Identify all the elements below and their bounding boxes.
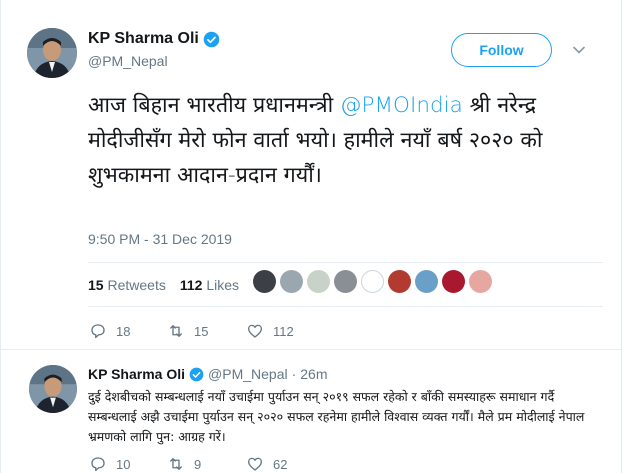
retweet-count: 15 [194,323,209,339]
reply-author-name[interactable]: KP Sharma Oli [88,366,185,382]
reply-header: KP Sharma Oli @PM_Nepal · 26m [88,366,328,382]
like-button[interactable]: 112 [246,322,294,340]
retweeter-avatar[interactable] [253,270,276,293]
divider [88,262,603,263]
like-button[interactable]: 62 [246,455,287,473]
divider [88,306,603,307]
retweeter-avatar[interactable] [415,270,438,293]
retweeter-avatars [253,270,492,293]
reply-actions: 10 9 62 [89,455,287,473]
verified-icon [189,367,204,381]
reply-count: 18 [116,323,131,339]
reply-tweet[interactable]: KP Sharma Oli @PM_Nepal · 26m दुई देशबीच… [1,349,621,473]
verified-icon [203,31,220,47]
retweets-stat-count: 15 [88,277,104,293]
reply-icon [91,324,105,339]
retweet-count: 9 [194,456,202,472]
retweeter-avatar[interactable] [280,270,303,293]
heart-icon [247,457,263,471]
author-avatar[interactable] [27,28,77,78]
chevron-down-icon[interactable] [571,42,587,58]
retweet-button[interactable]: 15 [167,322,246,340]
retweeter-avatar[interactable] [442,270,465,293]
divider [1,349,621,350]
reply-author-avatar[interactable] [29,365,77,413]
reply-count: 10 [116,456,131,472]
retweeter-avatar[interactable] [469,270,492,293]
like-count: 62 [273,456,288,472]
tweet-timestamp[interactable]: 9:50 PM - 31 Dec 2019 [88,231,232,247]
retweeter-avatar[interactable] [334,270,357,293]
tweet-actions: 18 15 112 [89,322,294,340]
retweets-stat[interactable]: 15 Retweets [88,277,166,293]
tweet-stats: 15 Retweets 112 Likes [88,277,239,293]
heart-icon [247,324,263,338]
retweets-stat-label: Retweets [107,277,166,293]
author-name-text[interactable]: KP Sharma Oli [88,30,199,48]
retweet-button[interactable]: 9 [167,455,246,473]
reply-timestamp[interactable]: 26m [300,366,327,382]
tweet-text-part-1: आज बिहान भारतीय प्रधानमन्त्री [88,93,341,118]
mention-link[interactable]: @PMOIndia [340,93,463,118]
reply-author-handle[interactable]: @PM_Nepal [208,366,288,382]
retweeter-avatar[interactable] [361,270,384,293]
tweet-detail-view: KP Sharma Oli @PM_Nepal Follow आज बिहान … [0,0,622,473]
likes-stat[interactable]: 112 Likes [180,277,239,293]
retweet-icon [170,458,182,470]
reply-text: दुई देशबीचको सम्बन्धलाई नयाँ उचाईमा पुर्… [88,389,585,444]
likes-stat-count: 112 [179,277,203,293]
likes-stat-label: Likes [206,277,239,293]
retweet-icon [170,325,182,337]
like-count: 112 [273,323,294,339]
author-handle[interactable]: @PM_Nepal [88,53,168,69]
follow-button[interactable]: Follow [451,33,552,67]
reply-button[interactable]: 18 [89,322,167,340]
retweeter-avatar[interactable] [307,270,330,293]
reply-button[interactable]: 10 [89,455,167,473]
reply-icon [91,457,105,472]
author-name[interactable]: KP Sharma Oli [88,30,220,48]
retweeter-avatar[interactable] [388,270,411,293]
reply-separator: · [291,366,297,382]
tweet-text: आज बिहान भारतीय प्रधानमन्त्री @PMOIndia … [88,88,598,193]
